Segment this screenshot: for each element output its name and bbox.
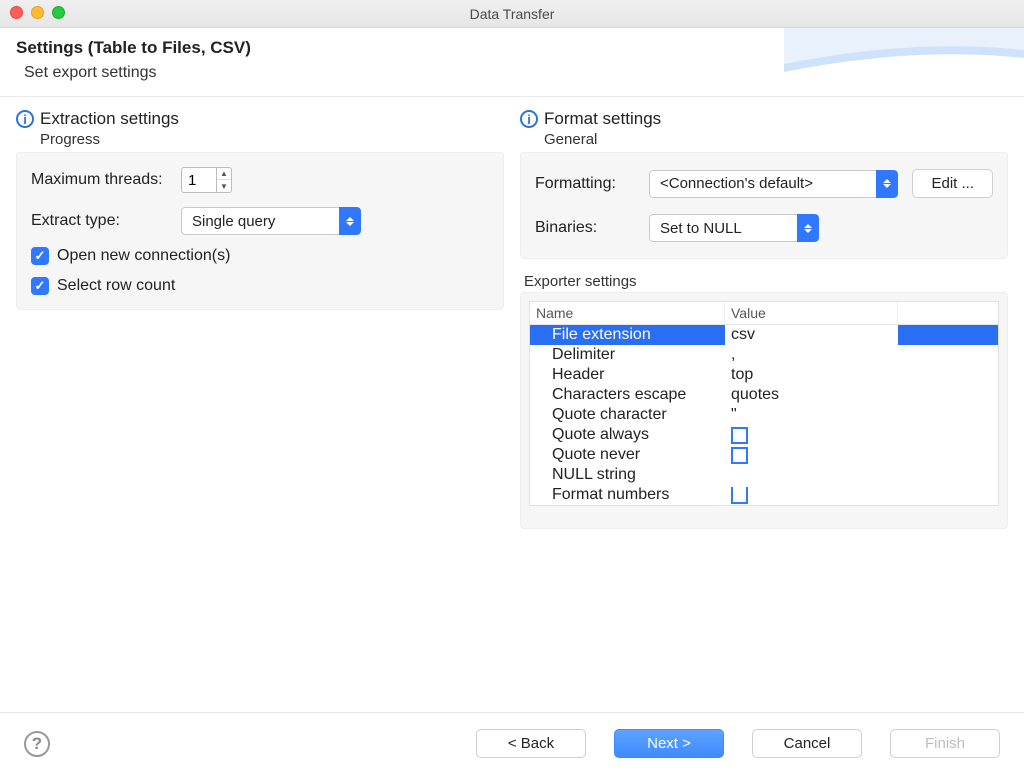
row-edit-cell (898, 485, 998, 505)
row-edit-cell (898, 345, 998, 365)
row-edit-cell (898, 445, 998, 465)
open-new-connection-checkbox[interactable]: ✓ (31, 247, 49, 265)
table-row[interactable]: Characters escapequotes (530, 385, 998, 405)
formatting-value: <Connection's default> (649, 170, 876, 198)
edit-formatting-button[interactable]: Edit ... (912, 169, 993, 198)
table-row[interactable]: File extensioncsv (530, 325, 998, 345)
select-row-count-label: Select row count (57, 277, 175, 295)
setting-name: Format numbers (530, 485, 725, 505)
formatting-select[interactable]: <Connection's default> (649, 170, 898, 198)
binaries-value: Set to NULL (649, 214, 797, 242)
formatting-label: Formatting: (535, 175, 635, 193)
group-label-general: General (544, 131, 1008, 148)
binaries-label: Binaries: (535, 219, 635, 237)
table-row[interactable]: Format numbers (530, 485, 998, 505)
table-row[interactable]: Quote character" (530, 405, 998, 425)
column-header-name[interactable]: Name (530, 302, 725, 324)
row-edit-cell (898, 465, 998, 485)
setting-value[interactable]: top (725, 365, 898, 385)
setting-value[interactable] (725, 425, 898, 445)
exporter-settings-label: Exporter settings (524, 273, 1008, 290)
setting-value[interactable] (725, 485, 898, 505)
info-icon: i (520, 110, 538, 128)
zoom-window-button[interactable] (52, 6, 65, 19)
exporter-table: Name Value File extensioncsvDelimiter,He… (529, 301, 999, 506)
setting-name: Header (530, 365, 725, 385)
close-window-button[interactable] (10, 6, 23, 19)
select-caret-icon (797, 214, 819, 242)
row-edit-cell (898, 365, 998, 385)
help-icon[interactable]: ? (24, 731, 50, 757)
table-row[interactable]: Quote never (530, 445, 998, 465)
window-title: Data Transfer (470, 6, 555, 22)
dialog-footer: ? < Back Next > Cancel Finish (0, 712, 1024, 774)
setting-name: Quote character (530, 405, 725, 425)
extraction-section-title: Extraction settings (40, 109, 179, 129)
binaries-select[interactable]: Set to NULL (649, 214, 819, 242)
column-header-value[interactable]: Value (725, 302, 898, 324)
setting-name: Quote never (530, 445, 725, 465)
setting-value[interactable] (725, 465, 898, 485)
header-decoration (784, 28, 1024, 98)
extract-type-select[interactable]: Single query (181, 207, 361, 235)
select-row-count-checkbox[interactable]: ✓ (31, 277, 49, 295)
setting-name: NULL string (530, 465, 725, 485)
setting-value[interactable]: " (725, 405, 898, 425)
extract-type-value: Single query (181, 207, 339, 235)
group-label-progress: Progress (40, 131, 504, 148)
setting-name: Quote always (530, 425, 725, 445)
row-edit-cell (898, 325, 998, 345)
max-threads-spinner[interactable]: ▲▼ (181, 167, 232, 193)
back-button[interactable]: < Back (476, 729, 586, 758)
progress-panel: Maximum threads: ▲▼ Extract type: Single… (16, 152, 504, 310)
table-row[interactable]: Delimiter, (530, 345, 998, 365)
table-row[interactable]: Headertop (530, 365, 998, 385)
extract-type-label: Extract type: (31, 212, 181, 230)
checkbox-icon[interactable] (731, 447, 748, 464)
max-threads-input[interactable] (181, 167, 217, 193)
setting-value[interactable]: , (725, 345, 898, 365)
setting-value[interactable]: quotes (725, 385, 898, 405)
dialog-header: Settings (Table to Files, CSV) Set expor… (0, 28, 1024, 97)
open-new-connection-label: Open new connection(s) (57, 247, 230, 265)
minimize-window-button[interactable] (31, 6, 44, 19)
next-button[interactable]: Next > (614, 729, 724, 758)
cancel-button[interactable]: Cancel (752, 729, 862, 758)
format-column: i Format settings General Formatting: <C… (520, 109, 1008, 677)
spinner-up-icon[interactable]: ▲ (217, 168, 231, 180)
info-icon: i (16, 110, 34, 128)
row-edit-cell (898, 425, 998, 445)
titlebar: Data Transfer (0, 0, 1024, 28)
extraction-column: i Extraction settings Progress Maximum t… (16, 109, 504, 677)
table-row[interactable]: Quote always (530, 425, 998, 445)
general-panel: Formatting: <Connection's default> Edit … (520, 152, 1008, 259)
setting-name: File extension (530, 325, 725, 345)
select-caret-icon (339, 207, 361, 235)
exporter-panel: Name Value File extensioncsvDelimiter,He… (520, 292, 1008, 529)
setting-name: Characters escape (530, 385, 725, 405)
spinner-down-icon[interactable]: ▼ (217, 180, 231, 192)
format-section-title: Format settings (544, 109, 661, 129)
setting-value[interactable]: csv (725, 325, 898, 345)
setting-name: Delimiter (530, 345, 725, 365)
column-header-edit (898, 302, 998, 324)
checkbox-icon[interactable] (731, 427, 748, 444)
select-caret-icon (876, 170, 898, 198)
setting-value[interactable] (725, 445, 898, 465)
checkbox-icon[interactable] (731, 487, 748, 504)
finish-button: Finish (890, 729, 1000, 758)
row-edit-cell (898, 405, 998, 425)
row-edit-cell (898, 385, 998, 405)
table-row[interactable]: NULL string (530, 465, 998, 485)
max-threads-label: Maximum threads: (31, 171, 181, 189)
